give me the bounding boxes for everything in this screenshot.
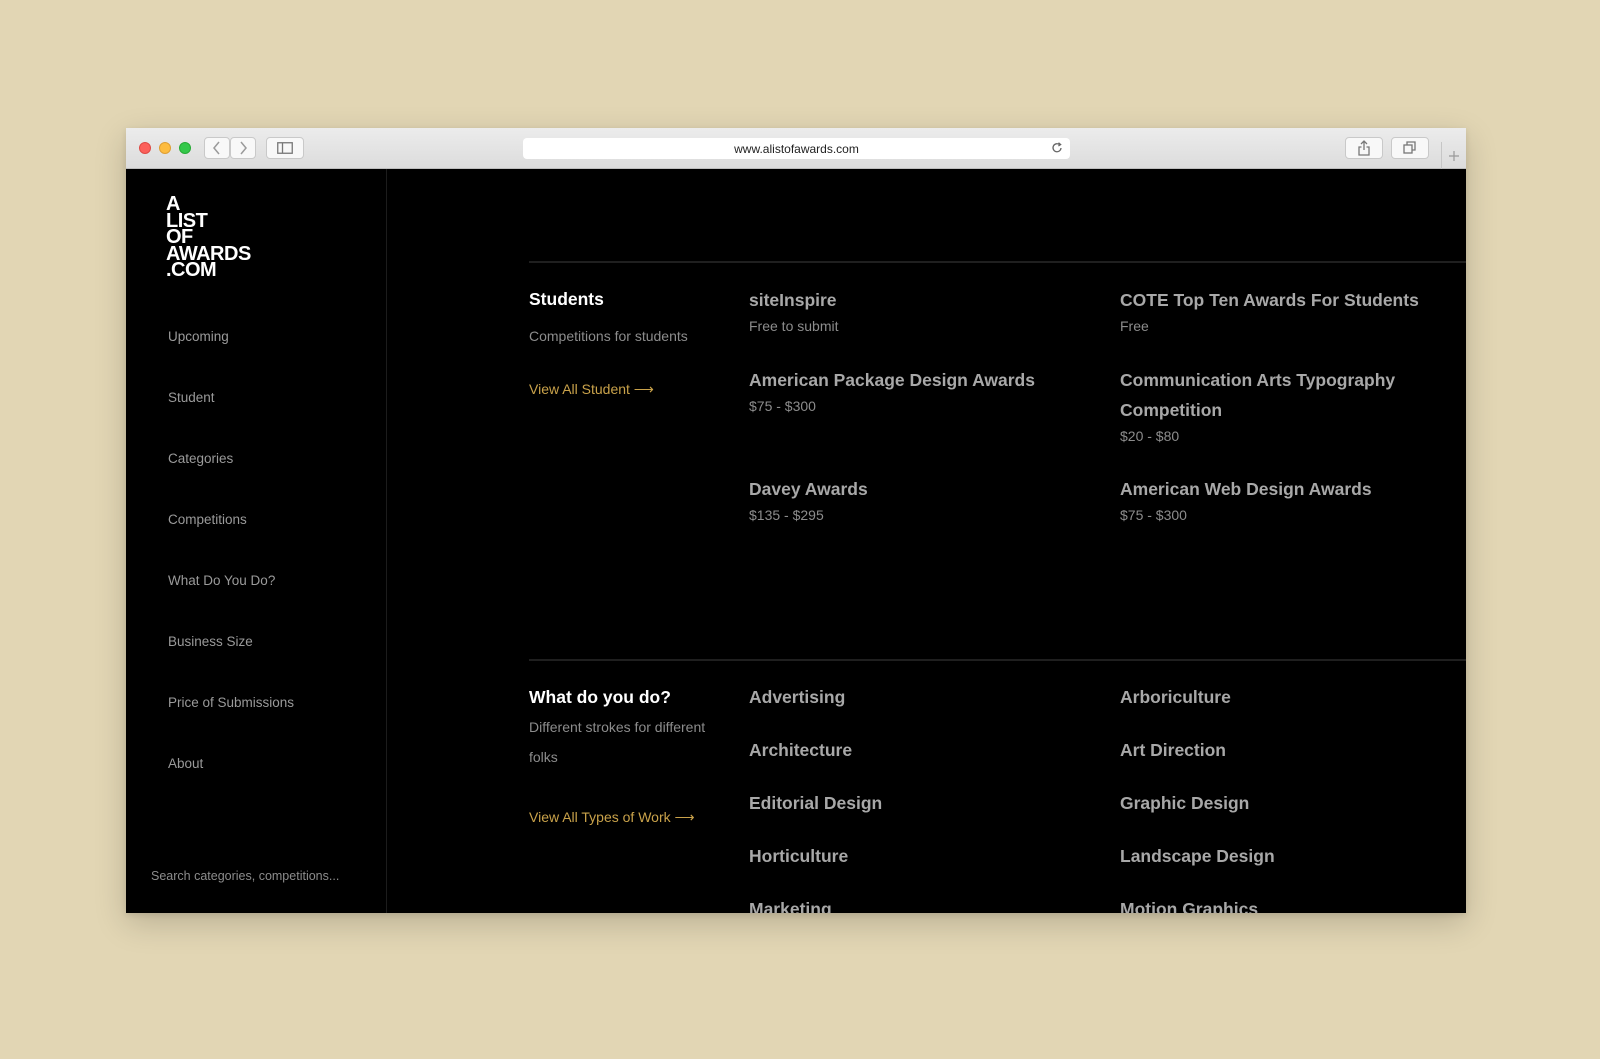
competition-item[interactable]: American Web Design Awards $75 - $300	[1120, 474, 1465, 526]
competition-price: Free	[1120, 318, 1149, 334]
section-divider	[529, 261, 1466, 263]
competition-title: Davey Awards	[749, 479, 868, 499]
category-editorial-design[interactable]: Editorial Design	[749, 793, 882, 814]
nav-item-categories[interactable]: Categories	[168, 451, 294, 512]
nav-item-business-size[interactable]: Business Size	[168, 634, 294, 695]
share-icon	[1358, 140, 1370, 156]
competition-title: American Package Design Awards	[749, 370, 1035, 390]
competition-title: Communication Arts Typography Competitio…	[1120, 370, 1396, 420]
competition-item[interactable]: COTE Top Ten Awards For Students Free	[1120, 285, 1465, 337]
reload-icon[interactable]	[1050, 141, 1064, 155]
browser-window: www.alistofawards.com A LIST OF AWARDS .…	[126, 128, 1466, 913]
work-heading: What do you do?	[529, 687, 671, 707]
section-divider	[529, 659, 1466, 661]
category-advertising[interactable]: Advertising	[749, 687, 845, 708]
competition-item[interactable]: American Package Design Awards $75 - $30…	[749, 365, 1094, 417]
category-horticulture[interactable]: Horticulture	[749, 846, 848, 867]
competition-price: $75 - $300	[749, 398, 816, 414]
tabs-icon	[1403, 141, 1416, 154]
chevron-right-icon	[240, 141, 247, 155]
competition-title: siteInspire	[749, 290, 837, 310]
view-all-student-link[interactable]: View All Student ⟶	[529, 381, 654, 398]
main-content: Students Competitions for students View …	[529, 169, 1466, 913]
url-text: www.alistofawards.com	[734, 141, 859, 156]
competition-title: American Web Design Awards	[1120, 479, 1372, 499]
chevron-left-icon	[213, 141, 220, 155]
competition-item[interactable]: Communication Arts Typography Competitio…	[1120, 365, 1420, 447]
nav-item-what-do-you-do[interactable]: What Do You Do?	[168, 573, 294, 634]
view-all-types-of-work-link[interactable]: View All Types of Work ⟶	[529, 809, 695, 826]
category-art-direction[interactable]: Art Direction	[1120, 740, 1226, 761]
competition-price: $135 - $295	[749, 507, 824, 523]
page-content: A LIST OF AWARDS .COM Upcoming Student C…	[126, 169, 1466, 913]
close-window-button[interactable]	[139, 142, 151, 154]
nav-item-student[interactable]: Student	[168, 390, 294, 451]
competition-item[interactable]: Davey Awards $135 - $295	[749, 474, 1094, 526]
nav-item-competitions[interactable]: Competitions	[168, 512, 294, 573]
competition-price: $75 - $300	[1120, 507, 1187, 523]
competition-item[interactable]: siteInspire Free to submit	[749, 285, 1094, 337]
sidebar-toggle-button[interactable]	[266, 137, 304, 159]
zoom-window-button[interactable]	[179, 142, 191, 154]
work-description: Different strokes for different folks	[529, 719, 706, 765]
sidebar-nav: Upcoming Student Categories Competitions…	[168, 329, 294, 817]
nav-item-price-of-submissions[interactable]: Price of Submissions	[168, 695, 294, 756]
plus-icon	[1449, 150, 1459, 161]
minimize-window-button[interactable]	[159, 142, 171, 154]
competition-price: $20 - $80	[1120, 428, 1180, 444]
show-tabs-button[interactable]	[1391, 137, 1429, 159]
site-logo[interactable]: A LIST OF AWARDS .COM	[166, 194, 251, 279]
category-arboriculture[interactable]: Arboriculture	[1120, 687, 1231, 708]
students-heading: Students	[529, 289, 604, 309]
back-button[interactable]	[204, 137, 230, 159]
category-graphic-design[interactable]: Graphic Design	[1120, 793, 1249, 814]
competition-title: COTE Top Ten Awards For Students	[1120, 290, 1419, 310]
address-bar[interactable]: www.alistofawards.com	[523, 138, 1070, 159]
category-marketing[interactable]: Marketing	[749, 899, 832, 913]
sidebar-icon	[277, 142, 293, 154]
search-input[interactable]	[151, 869, 361, 883]
nav-item-upcoming[interactable]: Upcoming	[168, 329, 294, 390]
category-motion-graphics[interactable]: Motion Graphics	[1120, 899, 1258, 913]
forward-button[interactable]	[230, 137, 256, 159]
students-description: Competitions for students	[529, 328, 688, 344]
category-landscape-design[interactable]: Landscape Design	[1120, 846, 1275, 867]
browser-toolbar: www.alistofawards.com	[126, 128, 1466, 169]
new-tab-button[interactable]	[1441, 142, 1466, 169]
nav-item-about[interactable]: About	[168, 756, 294, 817]
share-button[interactable]	[1345, 137, 1383, 159]
sidebar: A LIST OF AWARDS .COM Upcoming Student C…	[126, 169, 387, 913]
category-architecture[interactable]: Architecture	[749, 740, 852, 761]
competition-price: Free to submit	[749, 318, 839, 334]
